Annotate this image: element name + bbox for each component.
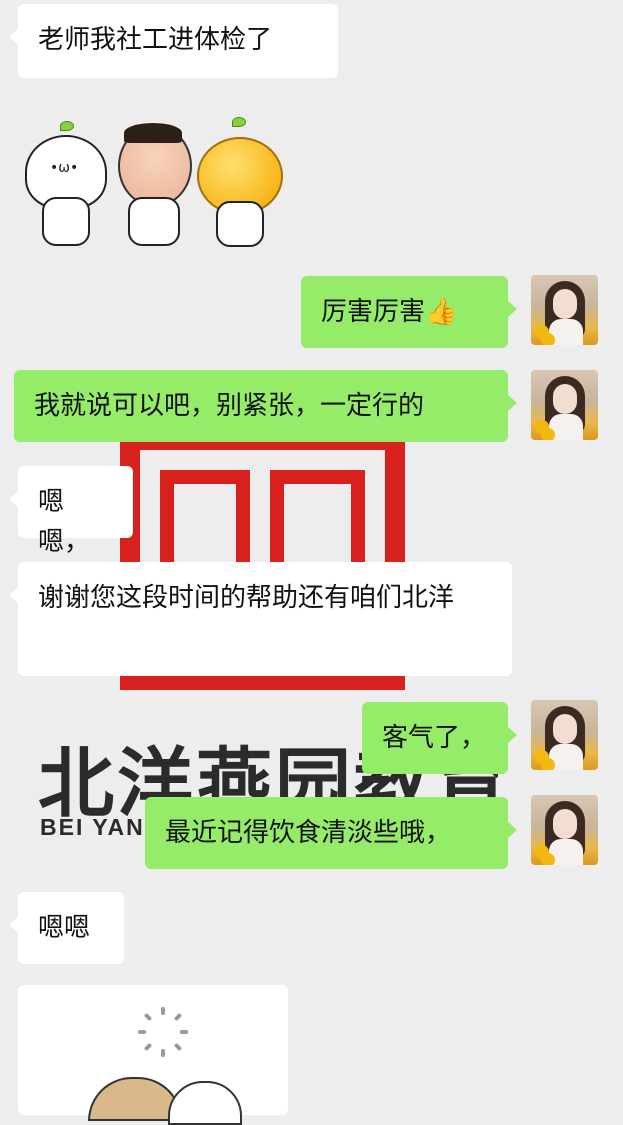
message-bubble-received[interactable]: 嗯嗯， (9, 466, 133, 557)
watermark-text-en: BEI YAN (40, 814, 145, 840)
avatar[interactable] (531, 275, 598, 345)
loading-sticker[interactable] (18, 985, 288, 1125)
message-bubble-received[interactable]: 嗯嗯 (9, 892, 124, 964)
message-text: 嗯嗯， (38, 487, 91, 557)
message-text: 最近记得饮食清淡些哦， (165, 818, 452, 848)
sprout-buddies-sticker[interactable]: •ω• (20, 115, 290, 250)
message-bubble-sent[interactable]: 厉害厉害👍 (301, 276, 517, 348)
message-text: 客气了， (382, 723, 487, 753)
message-text: 我就说可以吧，别紧张，一定行的 (34, 391, 425, 421)
message-bubble-sent[interactable]: 我就说可以吧，别紧张，一定行的 (14, 370, 517, 442)
message-bubble-sent[interactable]: 客气了， (362, 702, 517, 774)
message-text: 老师我社工进体检了 (38, 25, 273, 55)
message-bubble-received[interactable]: 谢谢您这段时间的帮助还有咱们北洋 (9, 562, 512, 676)
message-bubble-received[interactable]: 老师我社工进体检了 (9, 4, 338, 78)
loading-spinner-icon (138, 1007, 188, 1057)
message-text: 厉害厉害👍 (321, 297, 458, 327)
avatar[interactable] (531, 370, 598, 440)
message-text: 嗯嗯 (38, 913, 91, 943)
message-text: 谢谢您这段时间的帮助还有咱们北洋 (38, 583, 455, 613)
avatar[interactable] (531, 795, 598, 865)
message-bubble-sent[interactable]: 最近记得饮食清淡些哦， (145, 797, 517, 869)
sheep-sticker-icon (168, 1081, 242, 1125)
avatar[interactable] (531, 700, 598, 770)
